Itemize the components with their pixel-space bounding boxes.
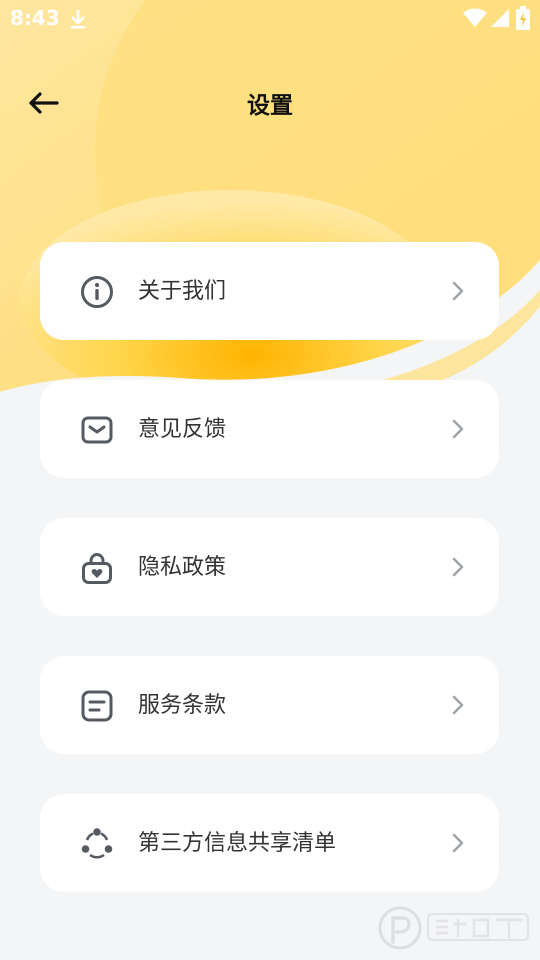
battery-icon	[516, 6, 530, 30]
menu-item-label: 服务条款	[138, 693, 227, 718]
chevron-right-icon	[452, 419, 464, 439]
menu-item-about-us[interactable]: 关于我们	[40, 242, 499, 340]
menu-item-third-party-sharing[interactable]: 第三方信息共享清单	[40, 794, 499, 892]
share-nodes-icon	[81, 828, 113, 859]
privacy-lock-icon	[82, 552, 112, 584]
chevron-right-icon	[452, 281, 464, 301]
wifi-icon	[463, 8, 487, 27]
settings-list: 关于我们 意见反馈 隐私政策 服务条款 第三方信息共享清单	[40, 242, 499, 932]
chevron-right-icon	[452, 695, 464, 715]
app-header: 设置	[0, 60, 540, 144]
info-icon	[81, 276, 113, 308]
signal-icon	[491, 9, 509, 27]
download-icon	[71, 10, 85, 29]
menu-item-label: 隐私政策	[138, 555, 227, 580]
watermark-logo	[378, 906, 529, 950]
menu-item-label: 第三方信息共享清单	[138, 831, 337, 856]
menu-item-privacy-policy[interactable]: 隐私政策	[40, 518, 499, 616]
chevron-right-icon	[452, 833, 464, 853]
feedback-icon	[81, 416, 113, 444]
menu-item-terms-of-service[interactable]: 服务条款	[40, 656, 499, 754]
menu-item-feedback[interactable]: 意见反馈	[40, 380, 499, 478]
page-title: 设置	[247, 93, 293, 119]
chevron-right-icon	[452, 557, 464, 577]
terms-icon	[81, 690, 113, 722]
status-time: 8:43	[10, 6, 60, 30]
menu-item-label: 关于我们	[138, 279, 227, 304]
status-bar: 8:43	[0, 0, 540, 38]
menu-item-label: 意见反馈	[138, 417, 227, 442]
